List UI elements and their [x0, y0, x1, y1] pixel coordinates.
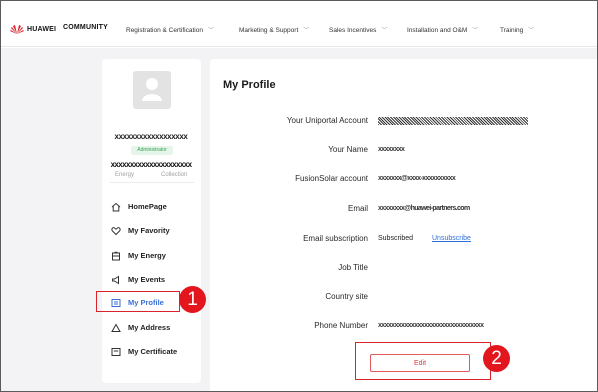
sidebar-item-label: My Energy: [128, 251, 166, 260]
sidebar-item-label: My Address: [128, 323, 171, 332]
address-icon: [111, 322, 121, 332]
certificate-icon: [111, 347, 121, 356]
tab-collection[interactable]: Collection: [161, 172, 187, 178]
chevron-down-icon: ﹀: [303, 28, 310, 34]
phone-number-value: xxxxxxxxxxxxxxxxxxxxxxxxxxxxxxxx: [378, 322, 484, 329]
field-label-country-site: Country site: [325, 292, 368, 301]
nav-label: Sales Incentives: [329, 27, 377, 34]
heart-icon: [111, 226, 121, 235]
huawei-logo[interactable]: HUAWEI: [10, 24, 56, 35]
field-label-job-title: Job Title: [338, 263, 368, 272]
nav-marketing-support[interactable]: Marketing & Support ﹀: [239, 26, 309, 35]
nav-label: Training: [500, 27, 524, 34]
nav-label: Registration & Certification: [126, 27, 203, 34]
username: xxxxxxxxxxxxxxxxxx: [114, 132, 188, 141]
sidebar-item-my-favority[interactable]: My Favority: [111, 223, 195, 238]
avatar[interactable]: [133, 71, 171, 109]
field-label-email-subscription: Email subscription: [303, 234, 368, 243]
chevron-down-icon: ﹀: [381, 28, 388, 34]
home-icon: [111, 202, 121, 211]
chevron-down-icon: ﹀: [528, 28, 535, 34]
highlight-box-edit: [355, 342, 491, 380]
fusionsolar-account-value: xxxxxxx@xxxx-xxxxxxxxxx: [378, 175, 456, 182]
field-label-uniportal-account: Your Uniportal Account: [286, 116, 368, 125]
chevron-down-icon: ﹀: [207, 28, 214, 34]
megaphone-icon: [112, 275, 119, 284]
field-label-your-name: Your Name: [328, 145, 368, 154]
top-navigation: HUAWEI COMMUNITY Registration & Certific…: [0, 0, 598, 47]
nav-training[interactable]: Training ﹀: [500, 26, 534, 35]
step-marker-1: 1: [179, 286, 206, 313]
nav-installation-om[interactable]: Installation and O&M ﹀: [407, 26, 478, 35]
nav-registration-certification[interactable]: Registration & Certification ﹀: [126, 26, 214, 35]
tab-divider: [110, 182, 194, 183]
tab-energy[interactable]: Energy: [115, 172, 134, 178]
field-label-fusionsolar-account: FusionSolar account: [295, 174, 368, 183]
chevron-down-icon: ﹀: [472, 28, 479, 34]
sidebar-item-label: My Certificate: [128, 347, 178, 356]
role-badge: Administrator: [131, 146, 173, 155]
page-title: My Profile: [223, 79, 276, 91]
sidebar-item-my-address[interactable]: My Address: [111, 320, 195, 335]
unsubscribe-link[interactable]: Unsubscribe: [432, 235, 471, 242]
email-value: xxxxxxxx@huawei-partners.com: [378, 205, 470, 212]
field-label-email: Email: [347, 204, 368, 213]
sidebar-item-label: My Favority: [128, 226, 170, 235]
field-label-phone-number: Phone Number: [314, 321, 368, 330]
user-silhouette-icon: [142, 78, 162, 101]
email-subscription-value: Subscribed: [378, 235, 414, 242]
community-link[interactable]: COMMUNITY: [63, 24, 108, 31]
brand-name: HUAWEI: [27, 26, 57, 33]
sidebar-item-my-events[interactable]: My Events: [111, 272, 195, 287]
battery-icon: [112, 251, 120, 260]
sidebar-item-label: My Events: [128, 275, 166, 284]
step-marker-2: 2: [483, 345, 510, 372]
redacted-value: [378, 117, 528, 125]
sidebar-item-my-energy[interactable]: My Energy: [111, 248, 195, 263]
sidebar-item-my-certificate[interactable]: My Certificate: [111, 344, 195, 359]
sidebar-item-homepage[interactable]: HomePage: [111, 199, 195, 214]
sidebar-item-label: HomePage: [128, 202, 167, 211]
nav-label: Installation and O&M: [407, 27, 468, 34]
user-id: xxxxxxxxxxxxxxxxxxxxx: [110, 160, 192, 169]
uniportal-account-value: [378, 117, 528, 127]
nav-sales-incentives[interactable]: Sales Incentives ﹀: [329, 26, 387, 35]
name-value: xxxxxxxx: [378, 146, 405, 153]
nav-label: Marketing & Support: [239, 27, 299, 34]
highlight-box-my-profile: [96, 291, 180, 312]
huawei-flower-icon: [10, 25, 24, 34]
